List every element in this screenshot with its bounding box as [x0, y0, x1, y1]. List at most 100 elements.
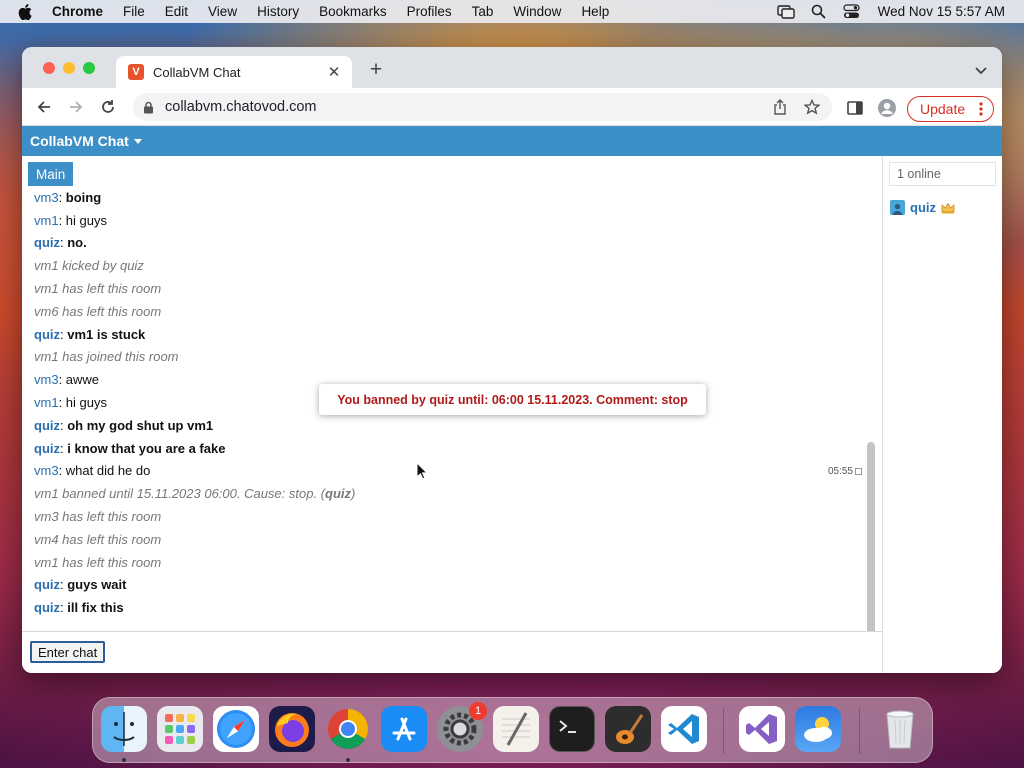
weather-icon[interactable]	[795, 706, 841, 752]
control-center-icon[interactable]	[843, 4, 861, 20]
menu-window[interactable]: Window	[513, 4, 561, 19]
menu-bar-clock[interactable]: Wed Nov 15 5:57 AM	[878, 4, 1005, 19]
macos-menu-bar: Chrome File Edit View History Bookmarks …	[0, 0, 1024, 23]
browser-tab-active[interactable]: V CollabVM Chat ✕	[116, 56, 352, 88]
menu-history[interactable]: History	[257, 4, 299, 19]
window-fullscreen-button[interactable]	[83, 62, 95, 74]
message-nick[interactable]: quiz	[34, 600, 60, 615]
tab-close-icon[interactable]: ✕	[326, 64, 342, 81]
system-message: vm3 has left this room	[34, 509, 162, 524]
menu-edit[interactable]: Edit	[165, 4, 188, 19]
lock-icon[interactable]	[143, 100, 155, 114]
message-nick[interactable]: quiz	[34, 577, 60, 592]
garageband-icon[interactable]	[605, 706, 651, 752]
window-close-button[interactable]	[43, 62, 55, 74]
launchpad-icon[interactable]	[157, 706, 203, 752]
trash-icon[interactable]	[877, 706, 923, 752]
spotlight-search-icon[interactable]	[810, 4, 828, 20]
admin-crown-icon	[941, 201, 955, 214]
chat-message: quiz: oh my god shut up vm1	[34, 417, 213, 435]
chat-message: quiz: i know that you are a fake	[34, 440, 225, 458]
terminal-icon[interactable]	[549, 706, 595, 752]
menu-help[interactable]: Help	[581, 4, 609, 19]
message-text: what did he do	[65, 463, 151, 478]
user-list-sidebar: 1 online quiz	[882, 156, 1002, 673]
side-panel-icon[interactable]	[846, 99, 864, 117]
finder-running-dot	[122, 758, 126, 762]
apple-menu-icon[interactable]	[18, 3, 36, 21]
user-name[interactable]: quiz	[910, 200, 936, 215]
menu-bar-status-area: Wed Nov 15 5:57 AM	[762, 0, 1005, 23]
message-text: i know that you are a fake	[67, 441, 226, 456]
chrome-icon[interactable]	[325, 706, 371, 752]
dock-separator	[723, 708, 724, 754]
message-text: oh my god shut up vm1	[67, 418, 214, 433]
system-message: vm1 banned until 15.11.2023 06:00. Cause…	[34, 485, 355, 503]
textedit-icon[interactable]	[493, 706, 539, 752]
room-tab-main[interactable]: Main	[28, 162, 74, 186]
message-nick[interactable]: quiz	[34, 327, 60, 342]
message-nick[interactable]: vm3	[34, 190, 59, 205]
message-nick[interactable]: vm1	[34, 213, 59, 228]
system-message: vm1 has joined this room	[34, 349, 179, 364]
finder-icon[interactable]	[101, 706, 147, 752]
visual-studio-icon[interactable]	[739, 706, 785, 752]
message-separator: :	[58, 395, 66, 410]
chatovod-favicon-icon: V	[128, 64, 144, 80]
firefox-icon[interactable]	[269, 706, 315, 752]
chrome-running-dot	[346, 758, 350, 762]
message-nick[interactable]: vm1	[34, 395, 59, 410]
menu-tab[interactable]: Tab	[472, 4, 494, 19]
message-nick[interactable]: quiz	[34, 235, 60, 250]
tab-search-chevron-icon[interactable]	[974, 63, 988, 75]
new-tab-icon[interactable]: +	[366, 59, 386, 80]
chat-message: quiz: vm1 is stuck	[34, 326, 145, 344]
chat-header-title[interactable]: CollabVM Chat	[30, 133, 129, 149]
address-bar[interactable]: collabvm.chatovod.com	[133, 93, 832, 121]
menu-profiles[interactable]: Profiles	[407, 4, 452, 19]
online-count: 1 online	[889, 162, 996, 186]
chat-header: CollabVM Chat	[22, 126, 1002, 156]
tab-title: CollabVM Chat	[153, 64, 241, 80]
system-message-text: vm1 banned until 15.11.2023 06:00. Cause…	[34, 486, 326, 501]
share-icon[interactable]	[772, 99, 788, 115]
chat-input-bar: Enter chat	[22, 631, 882, 673]
user-list-item[interactable]: quiz	[890, 198, 955, 216]
safari-icon[interactable]	[213, 706, 259, 752]
message-text: boing	[65, 190, 102, 205]
menu-file[interactable]: File	[123, 4, 145, 19]
menu-app-name[interactable]: Chrome	[52, 4, 103, 19]
forward-arrow-icon[interactable]	[66, 97, 86, 117]
system-message-user[interactable]: quiz	[325, 486, 351, 501]
screen-mirroring-icon[interactable]	[776, 4, 795, 20]
message-nick[interactable]: quiz	[34, 441, 60, 456]
message-text: ill fix this	[67, 600, 124, 615]
message-nick[interactable]: quiz	[34, 418, 60, 433]
reload-icon[interactable]	[98, 97, 118, 117]
system-message: vm1 has left this room	[34, 281, 162, 296]
timestamp-checkbox-icon[interactable]	[855, 468, 862, 475]
window-minimize-button[interactable]	[63, 62, 75, 74]
bookmark-star-icon[interactable]	[803, 98, 821, 115]
macos-dock: 1	[92, 697, 933, 763]
message-separator: :	[58, 213, 66, 228]
message-text: hi guys	[65, 213, 107, 228]
system-message-end: )	[351, 486, 356, 501]
profile-avatar-icon[interactable]	[878, 99, 896, 117]
tab-strip: V CollabVM Chat ✕ +	[22, 47, 1002, 88]
message-nick[interactable]: vm3	[34, 463, 59, 478]
vscode-icon[interactable]	[661, 706, 707, 752]
url-text[interactable]: collabvm.chatovod.com	[165, 99, 317, 115]
header-dropdown-caret-icon[interactable]	[133, 138, 142, 144]
app-store-icon[interactable]	[381, 706, 427, 752]
more-menu-icon[interactable]	[979, 101, 983, 117]
chrome-update-button[interactable]: Update	[907, 96, 994, 122]
message-text: no.	[67, 235, 87, 250]
back-arrow-icon[interactable]	[34, 97, 54, 117]
menu-view[interactable]: View	[208, 4, 237, 19]
menu-bookmarks[interactable]: Bookmarks	[319, 4, 387, 19]
enter-chat-button[interactable]: Enter chat	[30, 641, 106, 663]
message-nick[interactable]: vm3	[34, 372, 59, 387]
message-text: hi guys	[65, 395, 107, 410]
system-message: vm4 has left this room	[34, 532, 162, 547]
